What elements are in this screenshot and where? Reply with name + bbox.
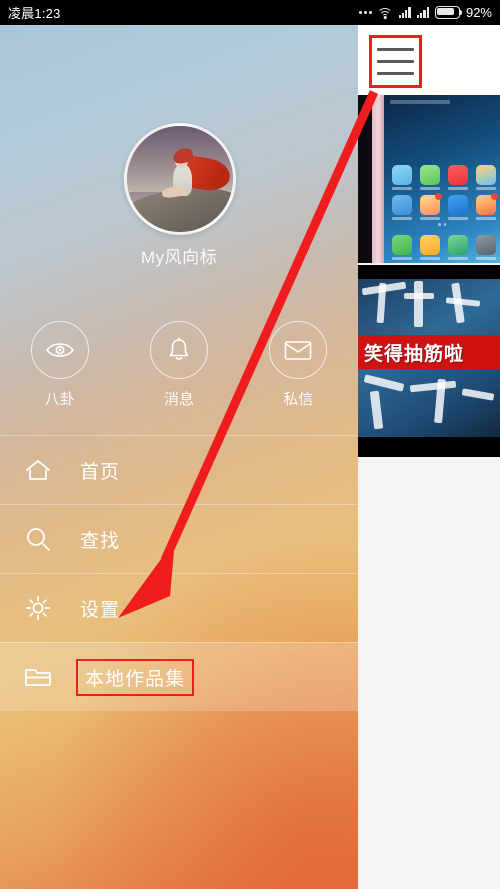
menu-item-label: 设置 [80, 599, 121, 621]
quick-action-label: 消息 [163, 391, 194, 408]
quick-action-bagua[interactable]: 八卦 [17, 321, 103, 409]
gear-icon [0, 594, 76, 622]
phone-screen: 凌晨1:23 92% 笑得抽筋啦 My风向标 八卦 消息 私信 首页 查找 设置… [0, 0, 500, 889]
status-bar: 凌晨1:23 92% [0, 0, 500, 25]
phone-home-screen-thumbnail[interactable] [358, 95, 500, 263]
content-panel: 笑得抽筋啦 Baidu经验 jingyan.baidu.com [358, 25, 500, 889]
menu-item-label: 首页 [80, 461, 121, 483]
quick-action-label: 八卦 [44, 391, 75, 408]
envelope-icon [269, 321, 328, 379]
folder-icon [0, 664, 76, 690]
menu-item-search[interactable]: 查找 [0, 504, 358, 573]
thumbnail-caption: 笑得抽筋啦 [364, 343, 465, 365]
home-icon [0, 457, 76, 483]
menu-item-label: 查找 [80, 530, 121, 552]
quick-action-label: 私信 [283, 391, 314, 408]
battery-icon [434, 6, 462, 19]
battery-percent: 92% [465, 5, 492, 20]
content-header [358, 25, 500, 95]
signal-icon-2 [416, 7, 429, 18]
navigation-drawer: My风向标 八卦 消息 私信 首页 查找 设置 本地作品集 [0, 25, 358, 889]
more-dots-icon [358, 11, 372, 14]
menu-item-home[interactable]: 首页 [0, 435, 358, 504]
menu-item-local-collection[interactable]: 本地作品集 [0, 642, 358, 711]
wifi-icon [377, 7, 394, 19]
hamburger-highlight-box [369, 35, 422, 88]
signal-icon-1 [398, 7, 411, 18]
avatar[interactable] [124, 123, 236, 235]
bell-icon [149, 321, 208, 379]
username-label: My风向标 [140, 248, 218, 267]
status-bar-icons: 92% [358, 5, 492, 20]
drawer-menu: 首页 查找 设置 本地作品集 [0, 435, 358, 711]
calligraphy-video-thumbnail[interactable]: 笑得抽筋啦 [358, 265, 500, 457]
quick-actions-row: 八卦 消息 私信 [0, 321, 358, 421]
quick-action-direct-message[interactable]: 私信 [255, 321, 341, 409]
menu-item-label: 本地作品集 [76, 658, 195, 696]
quick-action-messages[interactable]: 消息 [136, 321, 222, 409]
menu-item-settings[interactable]: 设置 [0, 573, 358, 642]
search-icon [0, 525, 76, 553]
eye-icon [30, 321, 89, 379]
status-bar-time: 凌晨1:23 [8, 6, 61, 21]
